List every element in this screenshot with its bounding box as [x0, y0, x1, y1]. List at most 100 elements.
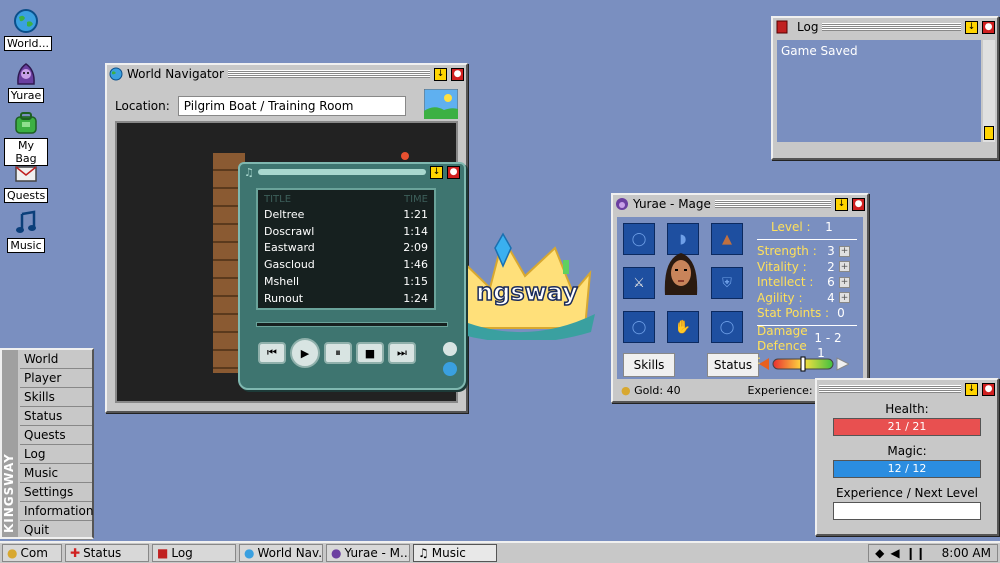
- title-bar[interactable]: Yurae - Mage ↓ ●: [613, 195, 867, 213]
- strength-label: Strength :: [757, 244, 817, 259]
- start-button[interactable]: ● Com: [2, 544, 62, 562]
- column-title: TITLE: [264, 194, 292, 205]
- title-bar[interactable]: ↓ ●: [817, 380, 997, 398]
- add-agility-button[interactable]: +: [839, 292, 850, 304]
- ring-slot-icon[interactable]: ◯: [711, 311, 743, 343]
- play-button[interactable]: ▶: [290, 338, 320, 368]
- book-icon: ■: [157, 546, 169, 560]
- status-button[interactable]: Status: [707, 353, 759, 377]
- repeat-icon[interactable]: [443, 342, 457, 356]
- title-bar[interactable]: ♫ ↓ ●: [240, 164, 464, 180]
- window-title: Yurae - Mage: [633, 197, 711, 211]
- vitality-value: 2: [827, 259, 835, 274]
- close-button[interactable]: ●: [982, 20, 995, 34]
- title-bar[interactable]: World Navigator ↓ ●: [107, 65, 466, 83]
- playback-progress[interactable]: [256, 322, 448, 327]
- gloves-slot-icon[interactable]: ✋: [667, 311, 699, 343]
- system-tray: ◆ ◀ ❙❙ 8:00 AM: [868, 544, 998, 562]
- vertical-scrollbar[interactable]: [983, 40, 995, 142]
- playlist: TITLE TIME Deltree 1:21 Doscrawl 1:14 Eastw…: [256, 188, 436, 310]
- menu-item-skills[interactable]: Skills: [20, 388, 92, 407]
- desktop-icon-bag[interactable]: My Bag: [4, 110, 48, 166]
- stat-points-label: Stat Points :: [757, 306, 830, 321]
- logo-text: ngsway: [476, 278, 578, 306]
- desktop-icon-quests[interactable]: Quests: [4, 160, 49, 203]
- menu-item-world[interactable]: World: [20, 350, 92, 369]
- globe-icon: [109, 67, 123, 81]
- desktop-icon-label: Yurae: [7, 88, 45, 103]
- add-vitality-button[interactable]: +: [839, 261, 850, 273]
- ring-slot-icon[interactable]: ◯: [623, 223, 655, 255]
- volume-icon[interactable]: ◀: [890, 546, 899, 560]
- music-note-icon: ♫: [244, 165, 254, 179]
- globe-icon: [13, 8, 39, 34]
- menu-item-information[interactable]: Information: [20, 502, 93, 521]
- close-button[interactable]: ●: [447, 165, 460, 179]
- clock: 8:00 AM: [941, 546, 991, 560]
- menu-item-music[interactable]: Music: [20, 464, 92, 483]
- sword-slot-icon[interactable]: ⚔: [623, 267, 655, 299]
- track-row[interactable]: Runout 1:24: [264, 291, 428, 308]
- title-bar[interactable]: Log ↓ ●: [773, 18, 997, 36]
- intellect-value: 6: [827, 275, 835, 290]
- menu-item-quit[interactable]: Quit: [20, 521, 92, 540]
- pause-icon[interactable]: ❙❙: [906, 546, 926, 560]
- add-strength-button[interactable]: +: [839, 245, 850, 257]
- minimize-button[interactable]: ↓: [835, 197, 848, 211]
- window-title: World Navigator: [127, 67, 224, 81]
- menu-item-status[interactable]: Status: [20, 407, 92, 426]
- stats-panel: Level : 1 Strength : 3 + Vitality : 2 + Intel…: [757, 217, 857, 367]
- track-row[interactable]: Eastward 2:09: [264, 240, 428, 257]
- task-music[interactable]: ♫ Music: [413, 544, 497, 562]
- chat-icon[interactable]: ◆: [875, 546, 884, 560]
- task-character[interactable]: ● Yurae - M...: [326, 544, 410, 562]
- character-icon: [615, 197, 629, 211]
- music-note-icon: [13, 210, 39, 236]
- menu-item-log[interactable]: Log: [20, 445, 92, 464]
- armor-slot-icon[interactable]: ▲: [711, 223, 743, 255]
- track-row[interactable]: Mshell 1:15: [264, 274, 428, 291]
- globe-icon[interactable]: [443, 362, 457, 376]
- landscape-icon[interactable]: [423, 88, 459, 122]
- task-world-navigator[interactable]: ● World Nav...: [239, 544, 323, 562]
- close-button[interactable]: ●: [852, 197, 865, 211]
- minimize-button[interactable]: ↓: [434, 67, 447, 81]
- stat-points-value: 0: [837, 306, 845, 321]
- task-log[interactable]: ■ Log: [152, 544, 236, 562]
- shield-slot-icon[interactable]: ⛨: [711, 267, 743, 299]
- globe-icon: ●: [7, 546, 18, 560]
- strength-value: 3: [827, 244, 835, 259]
- column-time: TIME: [403, 194, 428, 205]
- desktop-icon-yurae[interactable]: Yurae: [4, 60, 48, 103]
- close-button[interactable]: ●: [451, 67, 464, 81]
- ring-slot-icon[interactable]: ◯: [623, 311, 655, 343]
- task-status[interactable]: ✚ Status: [65, 544, 149, 562]
- health-bar: 21 / 21: [833, 418, 981, 436]
- menu-item-settings[interactable]: Settings: [20, 483, 92, 502]
- desktop-icon-label: Music: [7, 238, 45, 253]
- skills-button[interactable]: Skills: [623, 353, 675, 377]
- minimize-button[interactable]: ↓: [965, 20, 978, 34]
- previous-button[interactable]: ⏮: [258, 342, 286, 364]
- track-row[interactable]: Deltree 1:21: [264, 207, 428, 224]
- close-button[interactable]: ●: [982, 382, 995, 396]
- transport-controls: ⏮ ▶ ⏸ ■ ⏭: [258, 338, 416, 368]
- track-row[interactable]: Gascloud 1:46: [264, 257, 428, 274]
- desktop-icon-world[interactable]: World...: [4, 8, 53, 51]
- next-button[interactable]: ⏭: [388, 342, 416, 364]
- intellect-label: Intellect :: [757, 275, 814, 290]
- stop-button[interactable]: ■: [356, 342, 384, 364]
- pause-button[interactable]: ⏸: [324, 342, 352, 364]
- scroll-thumb[interactable]: [984, 126, 994, 140]
- location-label: Location:: [115, 98, 170, 113]
- window-title: Log: [797, 20, 819, 34]
- desktop-icon-music[interactable]: Music: [4, 210, 48, 253]
- add-intellect-button[interactable]: +: [839, 276, 850, 288]
- minimize-button[interactable]: ↓: [430, 165, 443, 179]
- location-field[interactable]: Pilgrim Boat / Training Room: [177, 95, 406, 116]
- character-icon: ●: [331, 546, 342, 560]
- menu-item-player[interactable]: Player: [20, 369, 92, 388]
- minimize-button[interactable]: ↓: [965, 382, 978, 396]
- menu-item-quests[interactable]: Quests: [20, 426, 92, 445]
- track-row[interactable]: Doscrawl 1:14: [264, 224, 428, 241]
